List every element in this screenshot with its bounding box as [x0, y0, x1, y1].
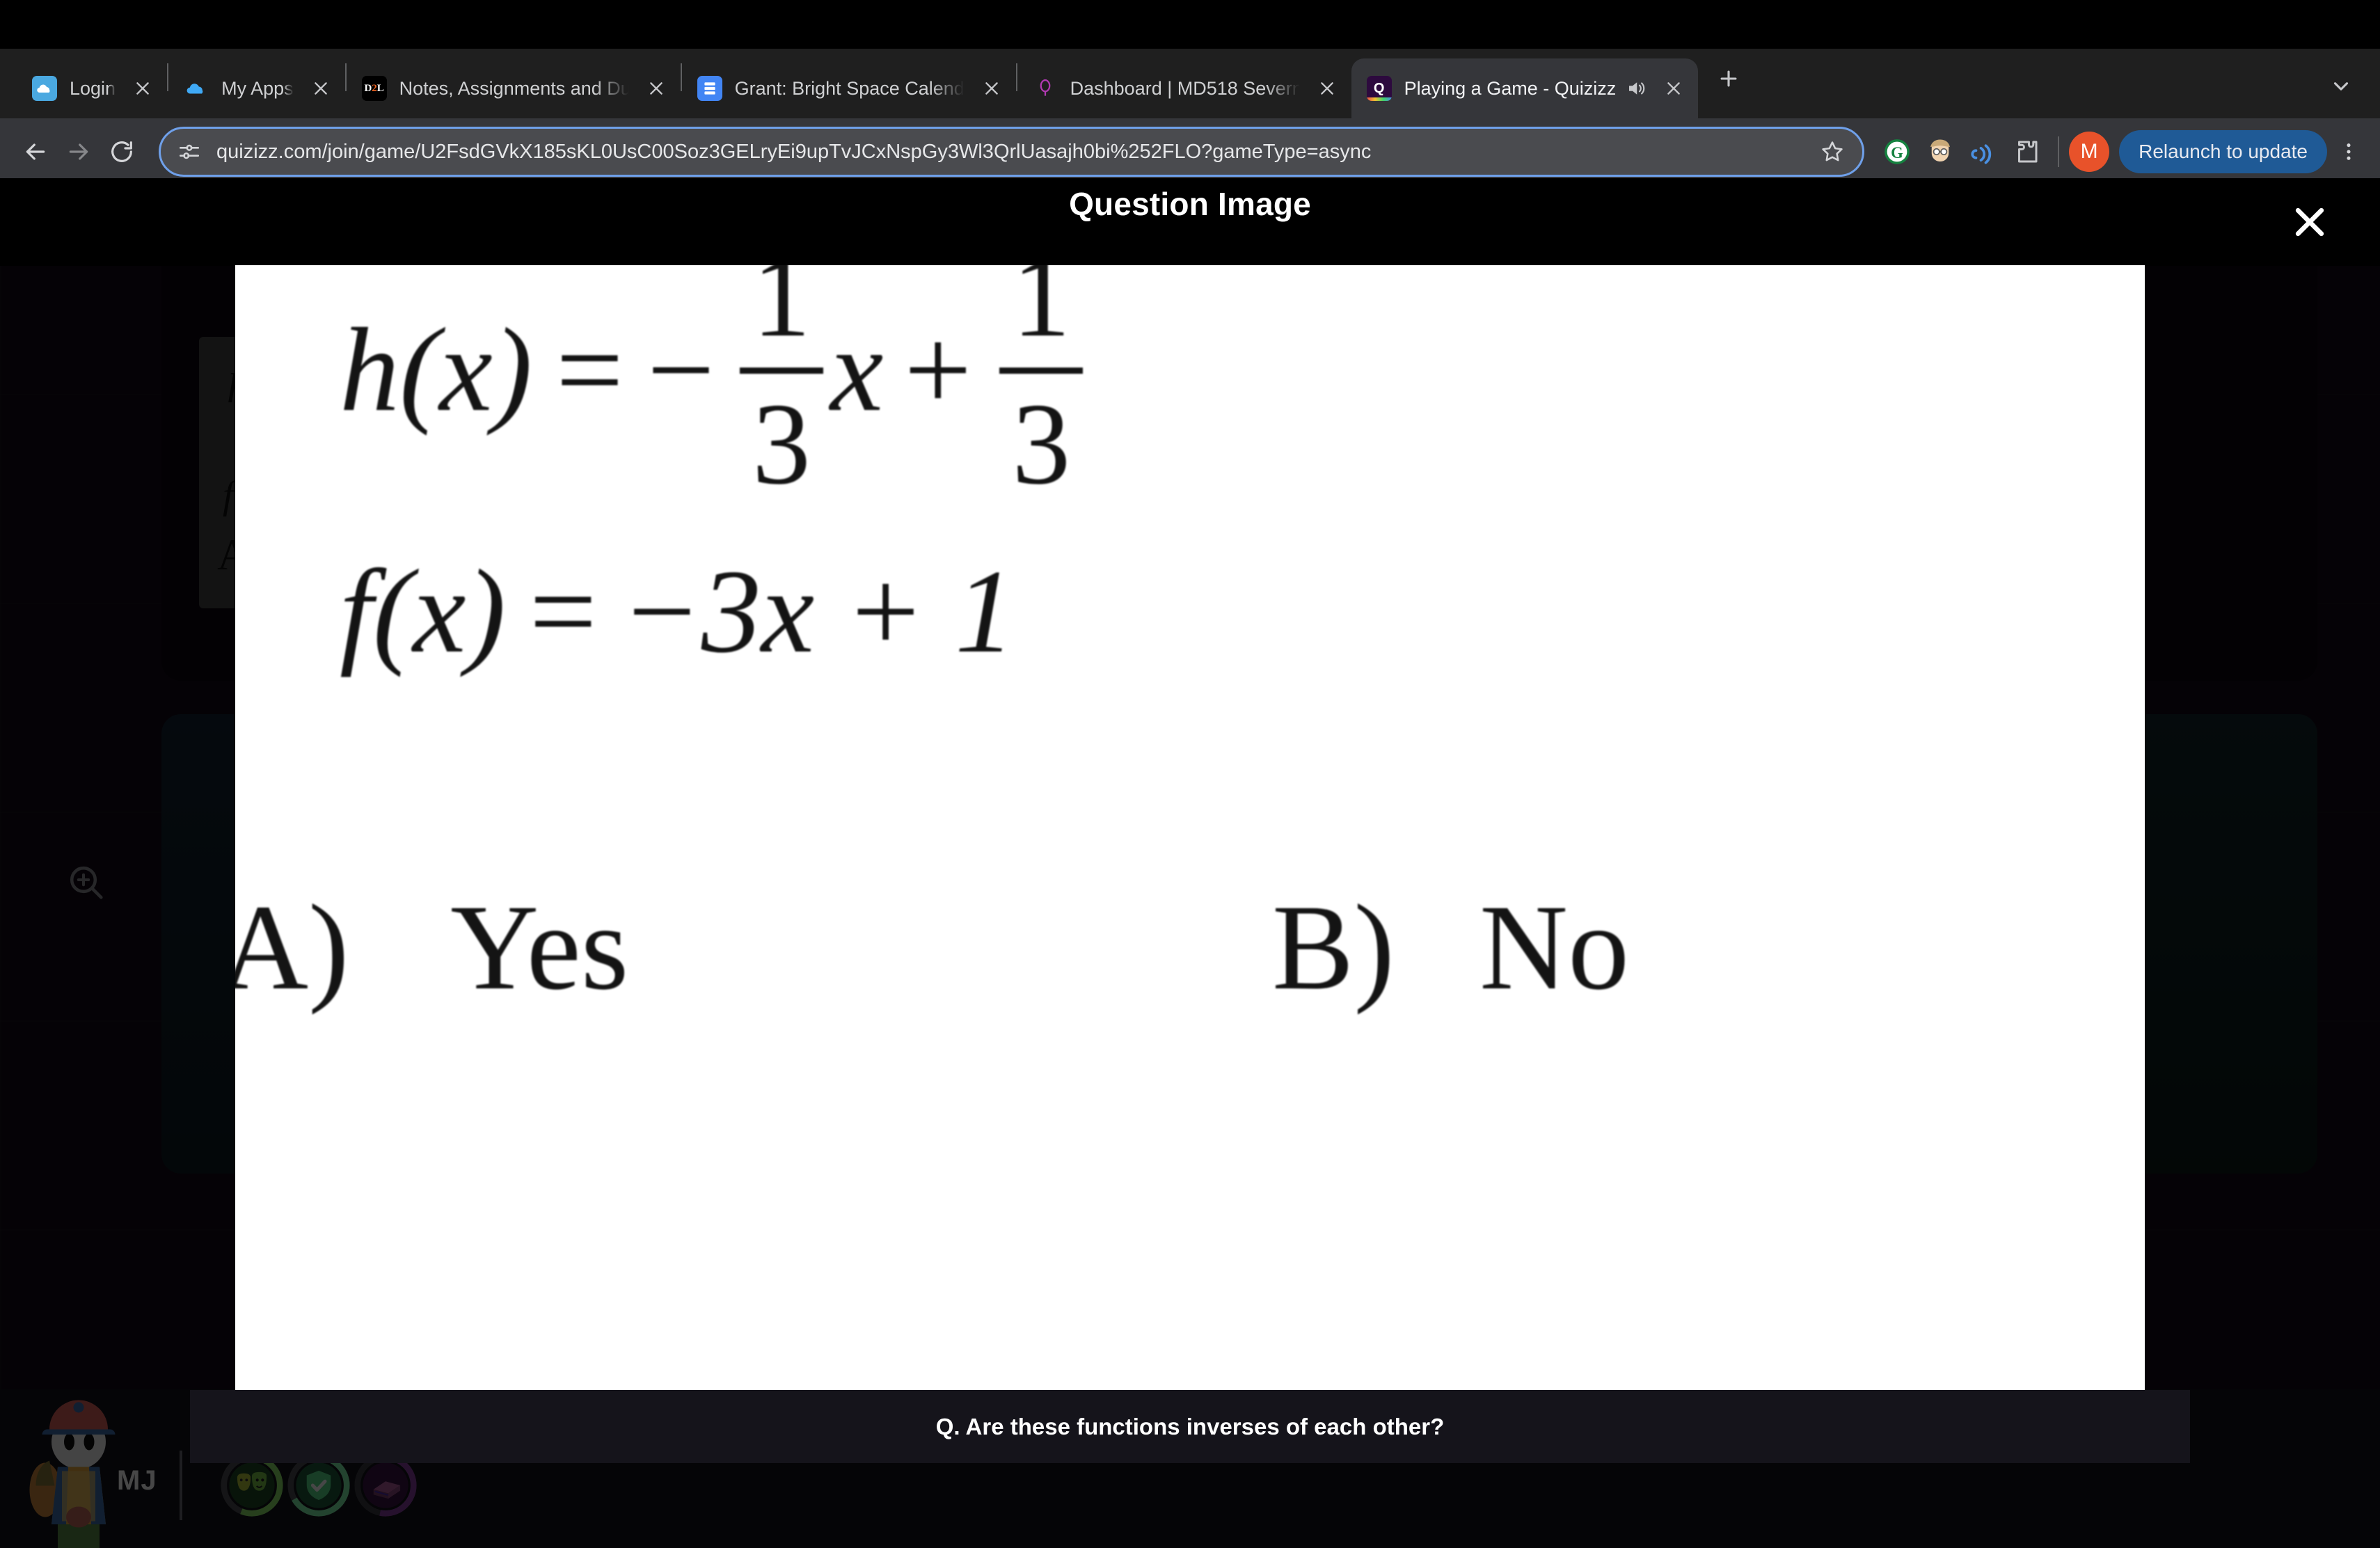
site-settings-icon[interactable]	[177, 140, 201, 164]
fraction-numerator: 1	[1012, 265, 1071, 361]
back-arrow-icon[interactable]	[14, 130, 57, 173]
question-image[interactable]: h(x) = − 1 3 x + 1 3 f(x) = −3x + 1 A) Y…	[235, 265, 2145, 1390]
fraction-bar	[999, 368, 1084, 374]
chevron-down-icon[interactable]	[2322, 67, 2361, 106]
cloud-icon	[32, 76, 57, 101]
browser-tab[interactable]: D2L Notes, Assignments and Due	[347, 58, 681, 118]
coefficient-fraction: 1 3	[739, 265, 823, 510]
url-text[interactable]: quizizz.com/join/game/U2FsdGVkX185sKL0Us…	[216, 141, 1807, 164]
fraction-denominator: 3	[752, 379, 811, 510]
plus-sign: +	[904, 304, 972, 437]
tab-title: Grant: Bright Space Calendar	[734, 77, 965, 99]
tab-title: Playing a Game - Quizizz	[1404, 77, 1617, 99]
fraction-bar	[739, 368, 823, 374]
minus-sign: −	[646, 304, 715, 437]
equals-sign: =	[529, 546, 597, 678]
browser-tab[interactable]: Dashboard | MD518 Severn R	[1017, 58, 1351, 118]
option-b-letter: B)	[1272, 880, 1395, 1016]
equation-two-lhs: f(x)	[340, 546, 506, 678]
close-icon[interactable]	[2284, 196, 2335, 248]
toolbar-divider	[2058, 136, 2060, 167]
profile-avatar[interactable]: M	[2069, 132, 2110, 172]
d2l-icon: D2L	[361, 76, 387, 101]
browser-tab[interactable]: My Apps	[168, 58, 345, 118]
tab-title: Notes, Assignments and Due	[399, 77, 629, 99]
fraction-numerator: 1	[752, 265, 811, 361]
answer-options-row: A) Yes B) No	[235, 878, 2145, 1017]
equation-two-rhs: −3x + 1	[620, 546, 1015, 678]
list-icon	[697, 76, 722, 101]
new-tab-button[interactable]	[1709, 59, 1748, 98]
svg-text:G: G	[1891, 144, 1903, 161]
reload-icon[interactable]	[100, 130, 143, 173]
equation-one-lhs: h(x)	[340, 304, 532, 437]
browser-tab[interactable]: Grant: Bright Space Calendar	[682, 58, 1016, 118]
extensions-puzzle-icon[interactable]	[2005, 130, 2048, 173]
star-icon[interactable]	[1819, 139, 1846, 165]
quizizz-icon: Q	[1366, 76, 1392, 101]
tab-audio-icon[interactable]	[1626, 78, 1647, 99]
equals-sign: =	[555, 304, 624, 437]
option-a-letter: A)	[235, 880, 349, 1016]
balloon-icon	[1033, 76, 1058, 101]
answer-option-a: A) Yes	[235, 878, 628, 1018]
tab-strip: Login My Apps D2L Notes, Assignments and…	[0, 49, 2380, 118]
grammarly-icon[interactable]: G	[1875, 130, 1919, 173]
cloud-icon	[184, 76, 209, 101]
close-icon[interactable]	[306, 74, 335, 103]
tab-title: Dashboard | MD518 Severn R	[1070, 77, 1300, 99]
tab-strip-inner: Login My Apps D2L Notes, Assignments and…	[0, 52, 1748, 118]
question-text: Q. Are these functions inverses of each …	[935, 1413, 1445, 1439]
relaunch-to-update-button[interactable]: Relaunch to update	[2119, 130, 2327, 173]
address-bar[interactable]: quizizz.com/join/game/U2FsdGVkX185sKL0Us…	[159, 127, 1865, 177]
constant-fraction: 1 3	[999, 265, 1084, 510]
face-avatar-icon[interactable]	[1919, 130, 1962, 173]
fraction-denominator: 3	[1012, 379, 1071, 510]
equation-two: f(x) = −3x + 1	[340, 544, 1015, 681]
close-icon[interactable]	[1312, 74, 1342, 103]
forward-arrow-icon[interactable]	[57, 130, 100, 173]
variable-x: x	[830, 304, 884, 437]
browser-chrome: Login My Apps D2L Notes, Assignments and…	[0, 0, 2380, 185]
close-icon[interactable]	[1659, 74, 1688, 103]
close-icon[interactable]	[128, 74, 157, 103]
option-b-text: No	[1479, 880, 1630, 1016]
tab-title: Login	[70, 77, 116, 99]
browser-tab[interactable]: Login	[17, 58, 167, 118]
tab-title: My Apps	[221, 77, 294, 99]
close-icon[interactable]	[977, 74, 1006, 103]
answer-option-b: B) No	[1272, 878, 1629, 1018]
browser-tab-active[interactable]: Q Playing a Game - Quizizz	[1351, 58, 1699, 118]
equation-one: h(x) = − 1 3 x + 1 3	[340, 265, 1090, 505]
close-icon[interactable]	[642, 74, 671, 103]
browser-toolbar: quizizz.com/join/game/U2FsdGVkX185sKL0Us…	[0, 118, 2380, 185]
question-caption-bar: Q. Are these functions inverses of each …	[190, 1390, 2190, 1463]
cast-icon[interactable]	[1962, 130, 2005, 173]
page-title: Question Image	[1069, 186, 1311, 222]
kebab-menu-icon[interactable]	[2331, 130, 2366, 173]
option-a-text: Yes	[450, 880, 629, 1016]
